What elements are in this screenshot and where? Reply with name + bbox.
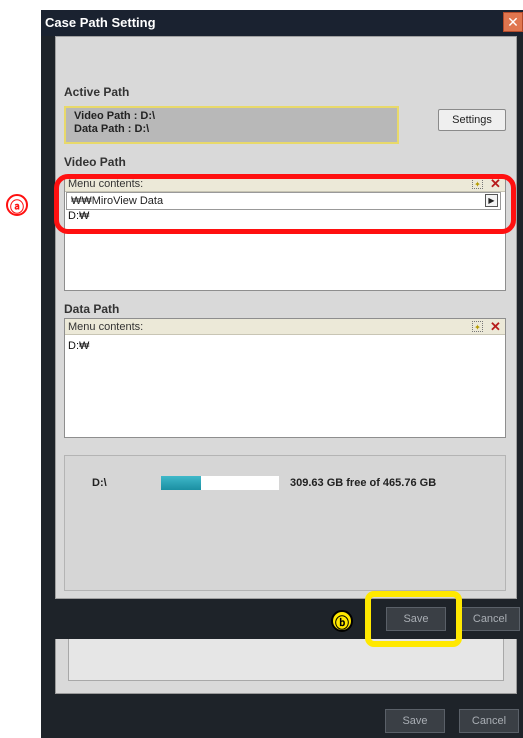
active-video-path: Video Path : D:\ [74,110,156,122]
new-item-icon[interactable]: ✦ [472,321,483,332]
background-window: Save Cancel [41,637,523,738]
data-path-list-header: Menu contents: ✦ ✕ [65,319,505,335]
active-path-label: Active Path [64,85,130,99]
drive-name: D:\ [92,477,107,489]
settings-button[interactable]: Settings [438,109,506,131]
delete-icon[interactable]: ✕ [490,320,501,333]
data-path-label: Data Path [64,302,120,316]
background-save-button[interactable]: Save [385,709,445,733]
drive-usage-fill [161,476,201,490]
active-data-path: Data Path : D:\ [74,123,150,135]
title-bar: Case Path Setting ✕ [41,10,523,36]
case-path-setting-dialog: Case Path Setting ✕ Active Path Video Pa… [41,10,523,639]
drive-usage-bar [161,476,279,490]
background-cancel-button[interactable]: Cancel [459,709,519,733]
annotation-label-b: ⓑ [331,610,353,632]
data-path-item[interactable]: D:₩ [68,340,89,352]
data-path-header-label: Menu contents: [68,321,144,333]
drive-usage-panel: D:\ 309.63 GB free of 465.76 GB [64,455,506,591]
drive-free-space: 309.63 GB free of 465.76 GB [290,477,437,489]
active-path-box: Video Path : D:\ Data Path : D:\ [64,106,399,144]
annotation-highlight-b [365,591,462,647]
annotation-highlight-a [54,174,516,234]
close-icon[interactable]: ✕ [503,12,523,32]
annotation-label-a: ⓐ [6,194,28,216]
dialog-client-area: Active Path Video Path : D:\ Data Path :… [55,36,517,599]
cancel-button[interactable]: Cancel [460,607,520,631]
video-path-label: Video Path [64,155,126,169]
dialog-title: Case Path Setting [45,15,156,30]
data-path-list[interactable]: Menu contents: ✦ ✕ D:₩ [64,318,506,438]
